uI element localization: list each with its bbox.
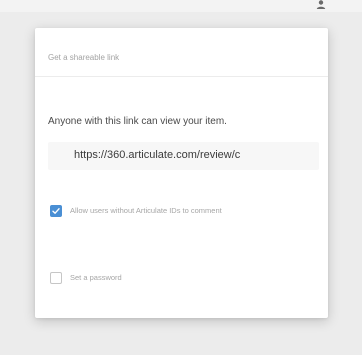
top-strip [0,0,362,12]
user-icon[interactable] [316,0,326,9]
allow-comments-label: Allow users without Articulate IDs to co… [70,206,222,215]
share-link-dialog: Get a shareable link Anyone with this li… [35,28,328,318]
dialog-title: Get a shareable link [48,53,120,62]
share-link-url[interactable]: https://360.articulate.com/review/c [74,149,240,161]
allow-comments-checkbox[interactable] [50,205,62,217]
share-link-field[interactable]: https://360.articulate.com/review/c [48,142,319,170]
link-description: Anyone with this link can view your item… [48,116,227,127]
set-password-label: Set a password [70,273,122,282]
checkmark-icon [52,208,60,214]
header-divider [35,76,328,77]
set-password-checkbox[interactable] [50,272,62,284]
dialog-header: Get a shareable link [35,28,328,78]
